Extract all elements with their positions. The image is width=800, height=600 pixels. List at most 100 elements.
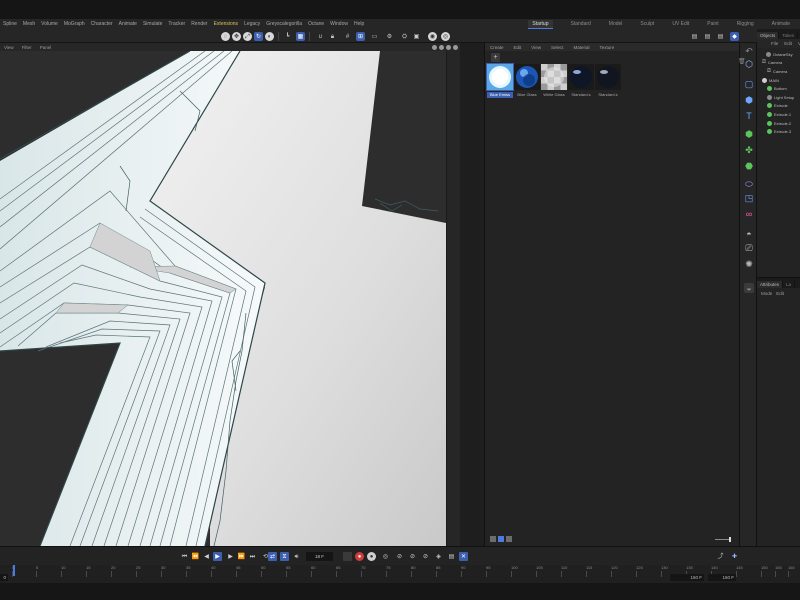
frame-icon[interactable]: ▭ [370, 32, 379, 41]
attribute-mode-icon[interactable]: ◒ [744, 283, 754, 293]
material-menu-create[interactable]: Create [485, 45, 509, 50]
spline-icon[interactable]: ∞ [744, 209, 754, 219]
layout-tab-standard[interactable]: Standard [571, 21, 591, 27]
environment-icon[interactable]: ◓ [744, 229, 754, 239]
menu-render[interactable]: Render [188, 21, 210, 27]
zoom-view-icon[interactable] [439, 44, 444, 50]
go-to-end-icon[interactable]: ⏭ [248, 552, 257, 561]
team-render-icon[interactable]: ▤ [716, 32, 725, 41]
tree-row[interactable]: ⎚ Camera [757, 67, 800, 76]
loop-mode-icon[interactable]: ⇄ [268, 552, 277, 561]
om-menu-file[interactable]: File [771, 41, 778, 46]
layout-tab-animate[interactable]: Animate [772, 21, 790, 27]
tab-attributes[interactable]: Attributes [757, 281, 784, 288]
render-settings-icon[interactable]: ⚙ [385, 32, 394, 41]
layout-tab-model[interactable]: Model [609, 21, 623, 27]
timeline-playhead[interactable] [13, 565, 15, 576]
layout-tab-sculpt[interactable]: Sculpt [640, 21, 654, 27]
rotate-view-icon[interactable] [446, 44, 451, 50]
menu-help[interactable]: Help [351, 21, 367, 27]
tab-layers[interactable]: La [783, 281, 796, 288]
snap-icon[interactable]: ▦ [296, 32, 305, 41]
go-to-start-icon[interactable]: ⏮ [180, 552, 189, 561]
rotate-icon[interactable]: ↻ [254, 32, 263, 41]
material-menu-texture[interactable]: Texture [595, 45, 620, 50]
current-frame-field[interactable]: 18 F [306, 552, 333, 561]
tree-row[interactable]: Extrude [757, 102, 800, 111]
scale-key-icon[interactable]: ⊘ [408, 552, 417, 561]
axis-icon[interactable]: ┗ [283, 32, 292, 41]
generator-icon[interactable]: ⬢ [744, 129, 754, 139]
tree-row[interactable]: Extrude.3 [757, 127, 800, 136]
live-selection-icon[interactable]: ◌ [221, 32, 230, 41]
move-icon[interactable]: ✥ [232, 32, 241, 41]
viewport-scrollbar[interactable] [446, 51, 460, 546]
menu-volume[interactable]: Volume [38, 21, 61, 27]
play-icon[interactable]: ▶ [213, 552, 222, 561]
picture-viewer-icon[interactable]: ▣ [412, 32, 421, 41]
next-frame-icon[interactable]: ▶ [226, 552, 235, 561]
field-icon[interactable]: ◳ [744, 193, 754, 203]
timeline-settings-icon[interactable]: ⧖ [280, 552, 289, 561]
tree-row[interactable]: Extrude.1 [757, 110, 800, 119]
next-key-icon[interactable]: ⏩ [237, 552, 246, 561]
grid-view-icon[interactable] [498, 536, 504, 542]
menu-extensions[interactable]: Extensions [211, 21, 241, 27]
tree-row[interactable]: OctaneSky [757, 50, 800, 59]
tree-row[interactable]: ⎚ Camera [757, 59, 800, 68]
tree-row[interactable]: Light Setup [757, 93, 800, 102]
material-item[interactable]: Blue Glass [514, 64, 540, 98]
undo-icon[interactable]: ↶ [744, 46, 754, 56]
scale-icon[interactable]: ⤢ [243, 32, 252, 41]
tree-row[interactable]: Bottom [757, 84, 800, 93]
material-menu-material[interactable]: Material [568, 45, 594, 50]
autokey-icon[interactable]: ● [367, 552, 376, 561]
workplane-icon[interactable]: ⊞ [356, 32, 365, 41]
boole-icon[interactable]: ⬣ [744, 161, 754, 171]
menu-character[interactable]: Character [88, 21, 116, 27]
tree-row[interactable]: Extrude.2 [757, 119, 800, 128]
sound-icon[interactable]: 🔊︎ [292, 552, 301, 561]
folder-view-icon[interactable] [506, 536, 512, 542]
keyframe-interpolation-icon[interactable]: ✕ [459, 552, 468, 561]
layout-tab-paint[interactable]: Paint [707, 21, 718, 27]
cube-icon[interactable]: ▢ [744, 79, 754, 89]
previous-key-icon[interactable]: ⏪ [191, 552, 200, 561]
toggle-view-icon[interactable] [453, 44, 458, 50]
layout-tab-uv-edit[interactable]: UV Edit [672, 21, 689, 27]
material-item[interactable]: Standard.s [595, 64, 621, 98]
menu-mograph[interactable]: MoGraph [61, 21, 88, 27]
timeline-max-field[interactable]: 160 F [708, 574, 736, 581]
menu-animate[interactable]: Animate [116, 21, 140, 27]
viewport-menu-view[interactable]: View [0, 45, 18, 50]
add-track-icon[interactable]: ✚ [730, 552, 739, 561]
lock-icon[interactable]: 🔒︎ [328, 32, 337, 41]
keyframe-selection-icon[interactable]: ◎ [381, 552, 390, 561]
menu-spline[interactable]: Spline [0, 21, 20, 27]
deformer-icon[interactable]: ⬭ [744, 179, 754, 189]
render-view-icon[interactable]: ◉ [428, 32, 437, 41]
magnet-icon[interactable]: ∪ [316, 32, 325, 41]
material-item[interactable]: White Glass [541, 64, 567, 98]
mograph-cloner-icon[interactable]: ✤ [744, 145, 754, 155]
parameter-key-icon[interactable]: ◈ [434, 552, 443, 561]
trash-icon[interactable]: 🗑︎ [738, 58, 746, 65]
text-icon[interactable]: T [744, 111, 754, 121]
om-menu-edit[interactable]: Edit [784, 41, 792, 46]
menu-mesh[interactable]: Mesh [20, 21, 38, 27]
record-icon[interactable]: ● [355, 552, 364, 561]
material-menu-edit[interactable]: Edit [509, 45, 527, 50]
viewport-menu-panel[interactable]: Panel [36, 45, 56, 50]
menu-octane[interactable]: Octane [305, 21, 327, 27]
material-menu-select[interactable]: Select [546, 45, 569, 50]
am-menu-mode[interactable]: Mode [761, 291, 772, 296]
primitive-icon[interactable]: ⬢ [744, 95, 754, 105]
layout-tab-rigging[interactable]: Rigging [737, 21, 754, 27]
camera-object-icon[interactable]: ⎚ [744, 243, 754, 253]
menu-legacy[interactable]: Legacy [241, 21, 263, 27]
pla-key-icon[interactable]: ▤ [447, 552, 456, 561]
tab-takes[interactable]: Takes [779, 32, 799, 39]
material-item[interactable]: Blue Emiss [486, 63, 514, 98]
tree-row[interactable]: MAIN [757, 76, 800, 85]
curve-editor-icon[interactable]: ⤴ [716, 552, 725, 561]
